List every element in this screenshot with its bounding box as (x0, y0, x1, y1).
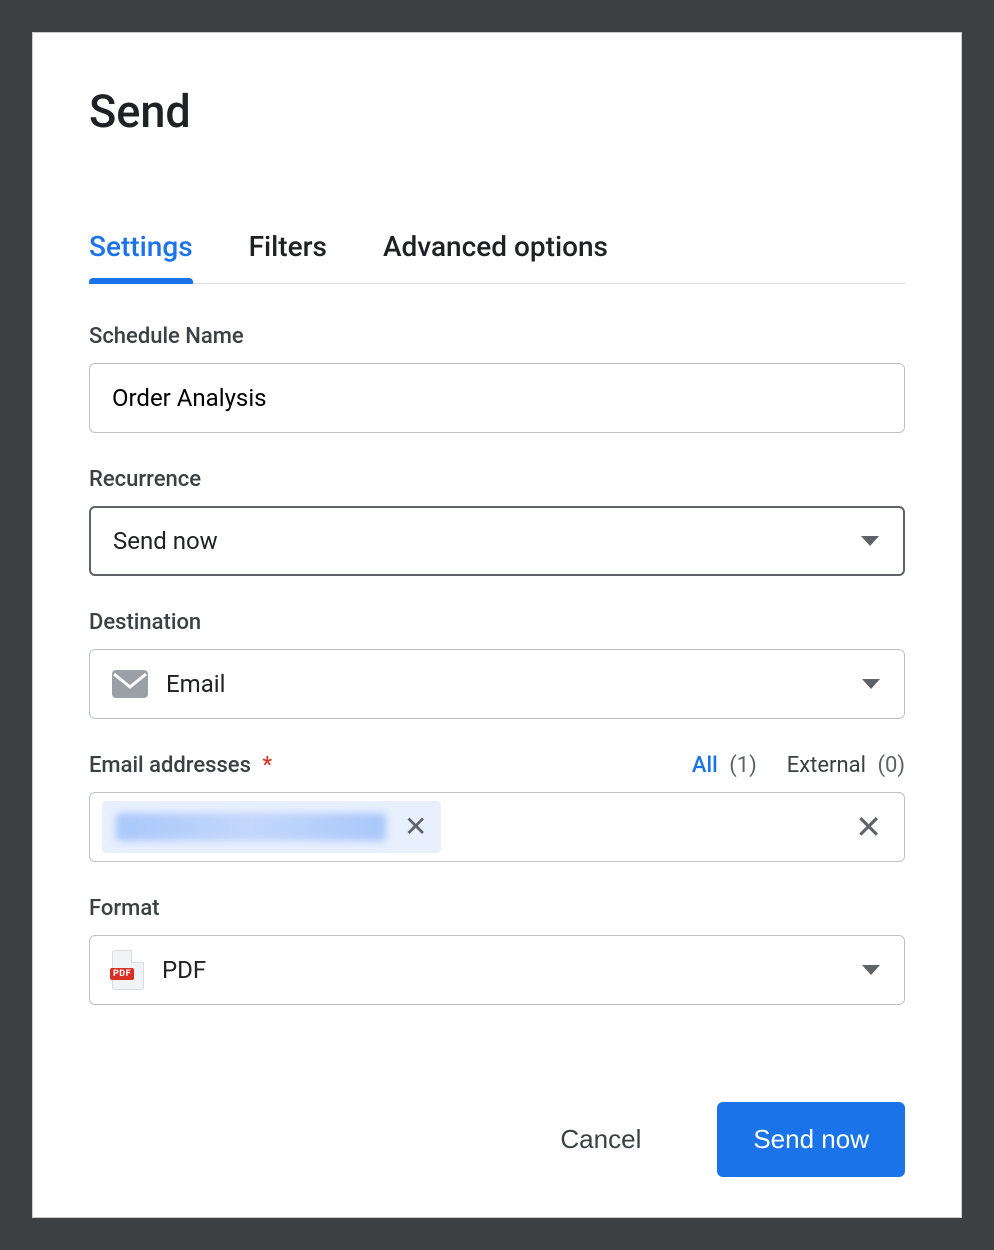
tab-advanced-options[interactable]: Advanced options (383, 230, 608, 283)
caret-down-icon (861, 536, 879, 546)
recurrence-select[interactable]: Send now (89, 506, 905, 576)
required-asterisk: * (262, 753, 272, 778)
email-count-all[interactable]: All (1) (692, 753, 757, 778)
format-label: Format (89, 896, 160, 921)
pdf-icon: PDF (112, 950, 144, 990)
email-icon (112, 670, 148, 698)
email-count-all-label: All (692, 753, 718, 778)
chip-remove-icon[interactable]: ✕ (400, 809, 431, 845)
email-addresses-field: Email addresses * All (1) External (0) (89, 753, 905, 862)
tab-settings[interactable]: Settings (89, 230, 193, 283)
recurrence-label: Recurrence (89, 467, 201, 492)
format-field: Format PDF PDF (89, 896, 905, 1005)
email-count-external-label: External (787, 753, 866, 778)
send-now-button[interactable]: Send now (717, 1102, 905, 1177)
clear-all-icon[interactable]: ✕ (851, 807, 886, 847)
pdf-badge: PDF (110, 968, 134, 980)
format-value: PDF (162, 956, 206, 984)
send-dialog: Send Settings Filters Advanced options S… (32, 32, 962, 1218)
schedule-name-label: Schedule Name (89, 324, 244, 349)
dialog-footer: Cancel Send now (89, 1102, 905, 1177)
dialog-title: Send (89, 85, 905, 138)
destination-select[interactable]: Email (89, 649, 905, 719)
email-addresses-label: Email addresses (89, 753, 251, 778)
email-addresses-input[interactable]: ✕ ✕ (89, 792, 905, 862)
schedule-name-field: Schedule Name (89, 324, 905, 433)
email-chip[interactable]: ✕ (102, 801, 441, 853)
settings-form: Schedule Name Recurrence Send now Destin… (89, 324, 905, 1062)
destination-field: Destination Email (89, 610, 905, 719)
caret-down-icon (862, 679, 880, 689)
email-count-external-num: (0) (877, 753, 905, 778)
dialog-tabs: Settings Filters Advanced options (89, 230, 905, 284)
email-addresses-label-wrap: Email addresses * (89, 753, 272, 778)
tab-filters[interactable]: Filters (249, 230, 327, 283)
schedule-name-input-wrap[interactable] (89, 363, 905, 433)
destination-value: Email (166, 670, 225, 698)
recurrence-field: Recurrence Send now (89, 467, 905, 576)
destination-label: Destination (89, 610, 201, 635)
cancel-button[interactable]: Cancel (524, 1102, 677, 1177)
format-select[interactable]: PDF PDF (89, 935, 905, 1005)
schedule-name-input[interactable] (112, 364, 882, 432)
caret-down-icon (862, 965, 880, 975)
email-chip-redacted (116, 813, 386, 841)
email-count-external[interactable]: External (0) (787, 753, 905, 778)
email-count-all-num: (1) (729, 753, 757, 778)
email-counts: All (1) External (0) (692, 753, 905, 778)
recurrence-value: Send now (113, 527, 218, 555)
